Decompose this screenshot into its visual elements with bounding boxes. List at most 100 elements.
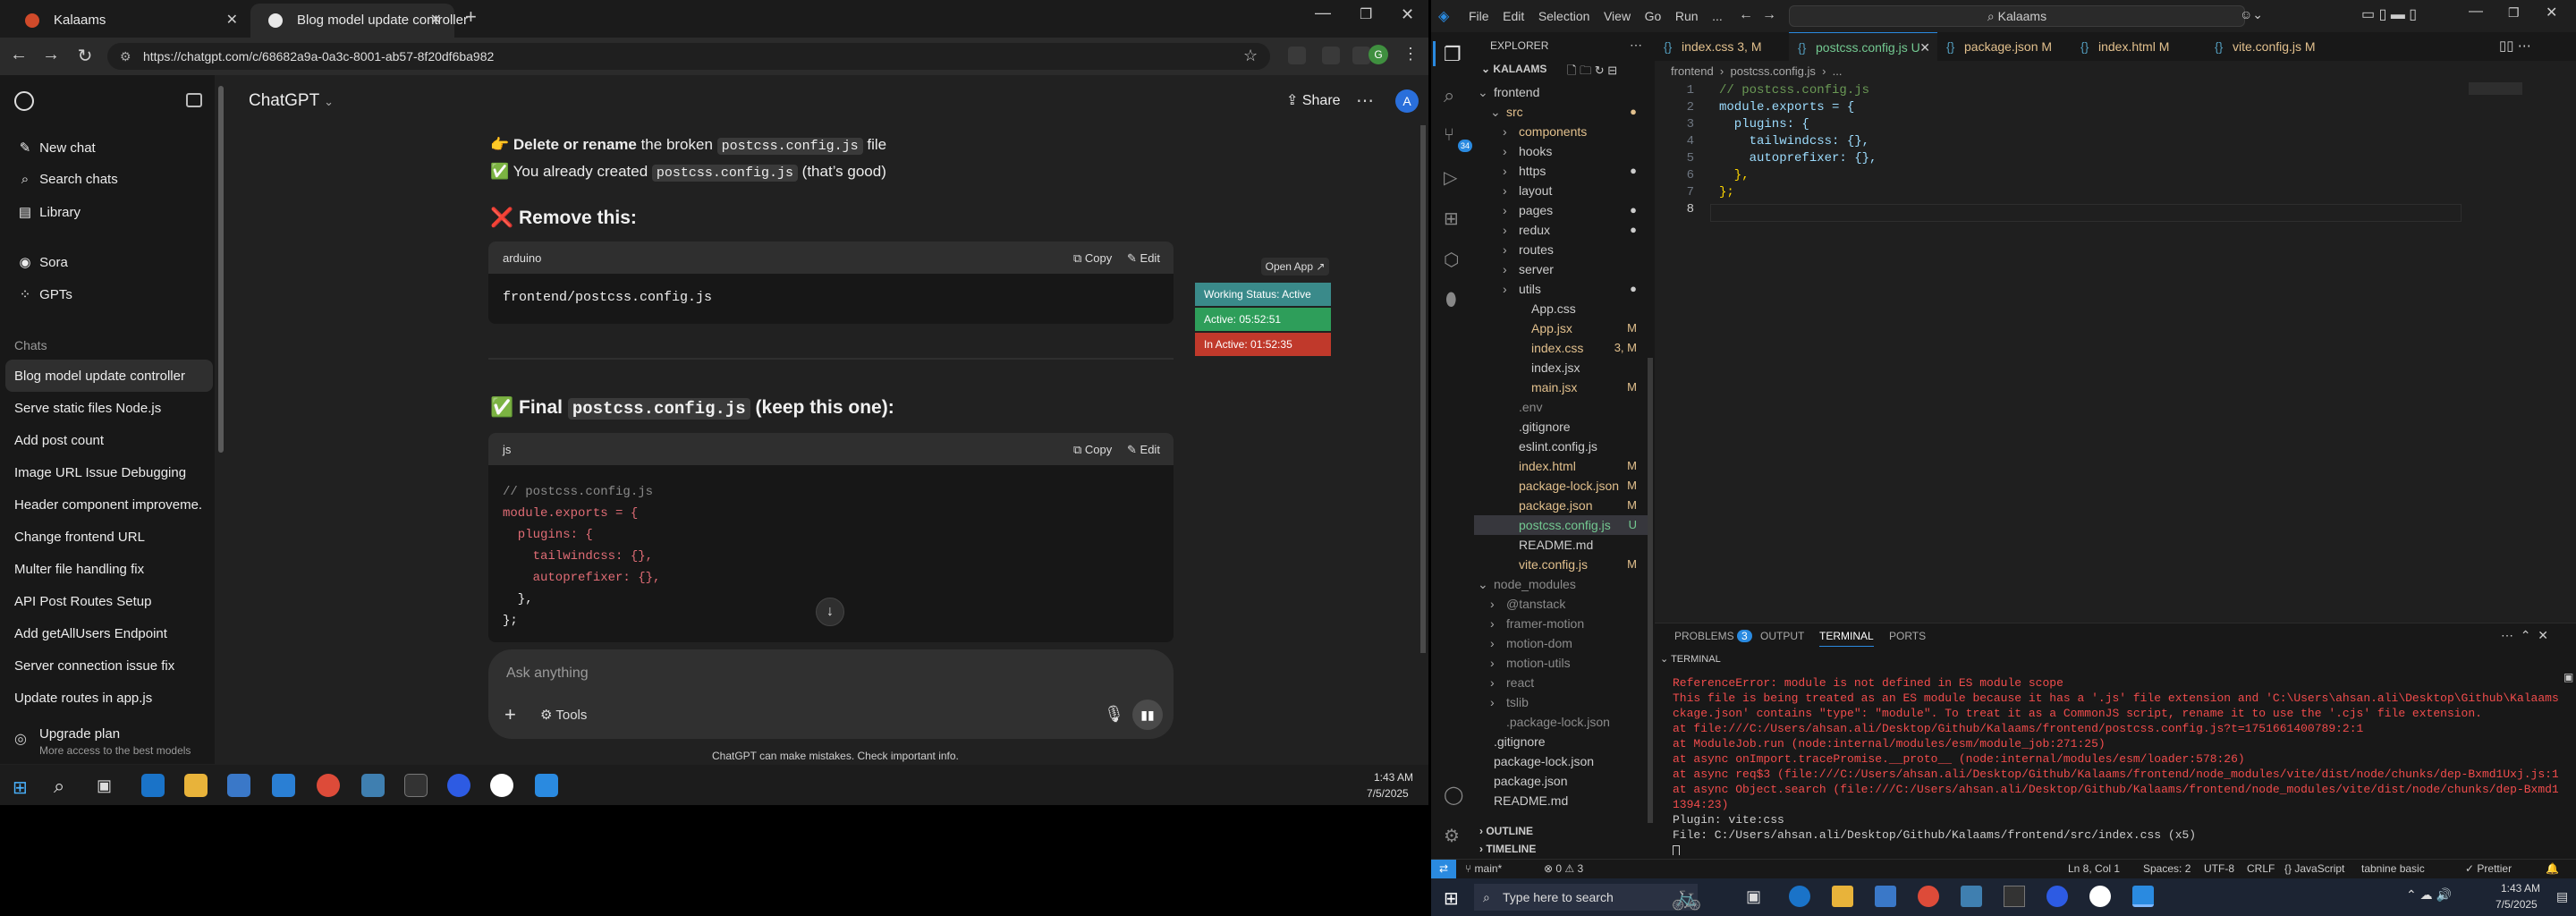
layout-controls[interactable]: ▭ ▯ ▬ ▯: [2361, 5, 2417, 23]
explorer-icon[interactable]: ❐: [1444, 43, 1462, 66]
prompt-input[interactable]: Ask anything: [506, 666, 589, 682]
secondary-sidebar-icon[interactable]: ▯: [2409, 7, 2417, 22]
tree-item[interactable]: › utils ●: [1474, 279, 1653, 299]
tree-item[interactable]: package-lock.json: [1474, 751, 1653, 771]
sidebar-toggle-icon[interactable]: ▯: [2379, 7, 2387, 22]
voice-mode-icon[interactable]: ▮▮: [1132, 700, 1163, 730]
source-control-icon[interactable]: ⑂: [1444, 125, 1454, 146]
sidebar-item-library[interactable]: ▤ Library: [14, 204, 80, 220]
tree-item[interactable]: package.json M: [1474, 496, 1653, 515]
chat-item[interactable]: Update routes in app.js: [14, 691, 202, 706]
terminal-icon[interactable]: [404, 774, 428, 797]
model-selector[interactable]: ChatGPT ⌄: [249, 91, 334, 111]
site-info-icon[interactable]: ⚙: [120, 43, 131, 70]
menu-view[interactable]: View: [1604, 9, 1631, 23]
profile-avatar[interactable]: G: [1368, 45, 1388, 64]
maximize-panel-icon[interactable]: ⌃: [2521, 628, 2531, 642]
new-tab-icon[interactable]: +: [465, 5, 477, 29]
file-explorer-icon[interactable]: [1832, 886, 1853, 907]
chat-item[interactable]: Serve static files Node.js: [14, 401, 202, 416]
chat-item[interactable]: Multer file handling fix: [14, 562, 202, 577]
project-header[interactable]: ⌄ KALAAMS: [1481, 63, 1546, 75]
back-icon[interactable]: ←: [1739, 7, 1753, 23]
tree-item[interactable]: README.md: [1474, 535, 1653, 555]
mail-icon[interactable]: [272, 774, 295, 797]
copy-button[interactable]: ⧉ Copy: [1073, 443, 1112, 457]
user-avatar[interactable]: A: [1395, 89, 1419, 113]
app-icon[interactable]: [1961, 886, 1982, 907]
copilot-icon[interactable]: ☺⌄: [2240, 7, 2263, 22]
tab-kalaams[interactable]: Kalaams ✕: [7, 4, 250, 38]
sidebar-scrollbar[interactable]: [218, 86, 224, 453]
store-icon[interactable]: [227, 774, 250, 797]
sidebar-item-new-chat[interactable]: ✎ New chat: [14, 140, 96, 156]
edge-icon[interactable]: [141, 774, 165, 797]
editor-tab[interactable]: {} postcss.config.js U ✕: [1789, 32, 1937, 61]
chat-item[interactable]: Header component improveme...: [14, 497, 202, 513]
taskbar-search-box[interactable]: ⌕ Type here to search: [1474, 884, 1698, 911]
close-sidebar-icon[interactable]: [186, 93, 202, 107]
upgrade-plan-link[interactable]: Upgrade plan: [39, 726, 120, 742]
zoom-icon[interactable]: [2046, 886, 2068, 907]
close-tab-icon[interactable]: ✕: [430, 4, 442, 38]
remote-icon[interactable]: ⬡: [1444, 249, 1459, 271]
tree-item[interactable]: index.css 3, M: [1474, 338, 1653, 358]
reload-icon[interactable]: ↻: [72, 45, 98, 67]
tree-item[interactable]: README.md: [1474, 791, 1653, 810]
maximize-icon[interactable]: ❐: [2508, 5, 2520, 21]
collapse-all-icon[interactable]: ⊟: [1607, 64, 1617, 77]
menu-edit[interactable]: Edit: [1503, 9, 1524, 23]
chrome-icon[interactable]: [1918, 886, 1939, 907]
close-tab-icon[interactable]: ✕: [1919, 33, 1930, 62]
close-tab-icon[interactable]: ✕: [226, 4, 238, 38]
tree-item[interactable]: › routes: [1474, 240, 1653, 259]
back-icon[interactable]: ←: [5, 45, 32, 65]
microphone-icon[interactable]: 🎙: [1104, 705, 1124, 724]
taskbar-search-icon[interactable]: ⌕: [54, 775, 64, 798]
notifications-icon[interactable]: 🔔: [2546, 862, 2559, 875]
explorer-scrollbar[interactable]: [1648, 358, 1653, 823]
tree-item[interactable]: › redux ●: [1474, 220, 1653, 240]
menu-more[interactable]: ...: [1712, 9, 1723, 23]
chat-item[interactable]: Add getAllUsers Endpoint: [14, 626, 202, 641]
prettier-status[interactable]: ✓ Prettier: [2465, 862, 2512, 875]
tools-button[interactable]: ⚙ Tools: [540, 707, 587, 723]
chrome-menu-icon[interactable]: ⋮: [1402, 45, 1419, 64]
run-debug-icon[interactable]: ▷: [1444, 166, 1457, 189]
menu-file[interactable]: File: [1469, 9, 1489, 23]
tabnine-status[interactable]: tabnine basic: [2361, 862, 2425, 875]
panel-toggle-icon[interactable]: ▬: [2391, 7, 2405, 22]
tree-item[interactable]: › pages ●: [1474, 200, 1653, 220]
close-window-icon[interactable]: ✕: [1401, 5, 1414, 24]
tree-item[interactable]: › tslib: [1474, 692, 1653, 712]
split-editor-icon[interactable]: ▯▯: [2499, 38, 2514, 54]
zoom-icon[interactable]: [447, 774, 470, 797]
tree-item[interactable]: postcss.config.js U: [1474, 515, 1653, 535]
address-bar[interactable]: ⚙ https://chatgpt.com/c/68682a9a-0a3c-80…: [107, 43, 1270, 70]
open-app-button[interactable]: Open App ↗: [1261, 258, 1329, 276]
edit-button[interactable]: ✎ Edit: [1127, 443, 1160, 457]
settings-gear-icon[interactable]: ⚙: [1444, 825, 1460, 847]
tree-item[interactable]: › @tanstack: [1474, 594, 1653, 614]
vscode-taskbar-icon[interactable]: [535, 774, 558, 797]
chat-item[interactable]: Blog model update controller: [14, 369, 202, 384]
language-mode[interactable]: {} JavaScript: [2284, 862, 2344, 875]
chat-item[interactable]: Server connection issue fix: [14, 658, 202, 674]
sidebar-item-gpts[interactable]: ⁘ GPTs: [14, 286, 72, 302]
app-icon[interactable]: [361, 774, 385, 797]
tree-item[interactable]: › hooks: [1474, 141, 1653, 161]
problems-status[interactable]: ⊗ 0 ⚠ 3: [1544, 862, 1583, 875]
share-button[interactable]: ⇪ Share: [1286, 91, 1341, 109]
terminal-instance-icon[interactable]: ▣: [2563, 671, 2573, 683]
tree-item[interactable]: App.css: [1474, 299, 1653, 318]
panel-tab-ports[interactable]: PORTS: [1889, 630, 1926, 642]
extension-icon[interactable]: [1288, 47, 1306, 64]
tree-item[interactable]: › react: [1474, 673, 1653, 692]
menu-run[interactable]: Run: [1675, 9, 1699, 23]
tree-item[interactable]: ⌄ node_modules: [1474, 574, 1653, 594]
editor-tab[interactable]: {} vite.config.js M: [2206, 32, 2331, 61]
tree-item[interactable]: .gitignore: [1474, 417, 1653, 437]
edge-icon[interactable]: [1789, 886, 1810, 907]
tree-item[interactable]: .package-lock.json: [1474, 712, 1653, 732]
tree-item[interactable]: vite.config.js M: [1474, 555, 1653, 574]
